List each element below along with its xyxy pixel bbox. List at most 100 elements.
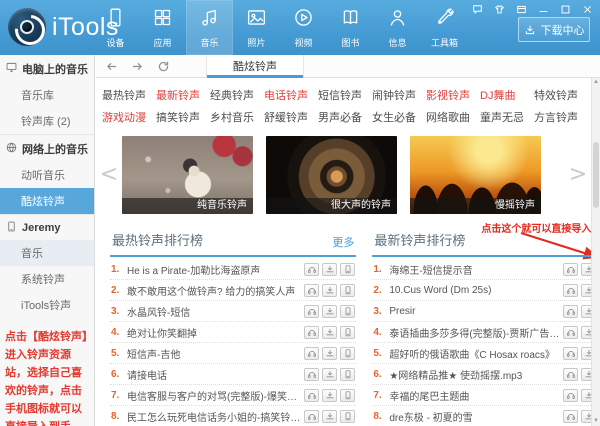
close-icon[interactable] [581, 4, 594, 15]
ringtone-title[interactable]: 绝对让你笑翻掉 [127, 325, 304, 340]
ringtone-title[interactable]: 超好听的俄语歌曲《C Hosax roacs》 [389, 346, 563, 361]
nav-item-3[interactable]: 音乐 [186, 0, 233, 55]
category-link[interactable]: 乡村音乐 [210, 106, 264, 128]
download-center-button[interactable]: 下载中心 [518, 17, 590, 42]
download-button[interactable] [322, 409, 338, 423]
listen-button[interactable] [563, 304, 579, 318]
category-link[interactable]: 游戏动漫 [102, 106, 156, 128]
ringtone-title[interactable]: 10.Cus Word (Dm 25s) [389, 285, 563, 296]
scroll-up-icon[interactable]: ▲ [592, 78, 600, 87]
sidebar-group-header[interactable]: Jeremy [0, 215, 94, 240]
category-link[interactable]: 影视铃声 [426, 84, 480, 106]
import-to-phone-button[interactable] [340, 409, 356, 423]
ringtone-title[interactable]: 幸福的尾巴主题曲 [389, 388, 563, 403]
banner-3[interactable]: 慢摇铃声 [410, 136, 541, 214]
ringtone-title[interactable]: 短信声-吉他 [127, 346, 304, 361]
import-to-phone-button[interactable] [340, 325, 356, 339]
category-link[interactable]: 闹钟铃声 [372, 84, 426, 106]
download-button[interactable] [322, 367, 338, 381]
feedback-icon[interactable] [471, 4, 484, 15]
category-link[interactable]: 最新铃声 [156, 84, 210, 106]
import-to-phone-button[interactable] [340, 346, 356, 360]
nav-item-5[interactable]: 视频 [280, 0, 327, 55]
ringtone-title[interactable]: ★网络精品推★ 使劲摇摆.mp3 [389, 367, 563, 382]
listen-button[interactable] [304, 325, 320, 339]
ringtone-title[interactable]: 请接电话 [127, 367, 304, 382]
ringtone-title[interactable]: 海绵王-短信提示音 [389, 262, 563, 277]
sidebar-item[interactable]: 铃声库 (2) [0, 108, 94, 134]
maximize-icon[interactable] [559, 4, 572, 15]
download-button[interactable] [322, 304, 338, 318]
ringtone-title[interactable]: 水晶风铃-短信 [127, 304, 304, 319]
download-button[interactable] [581, 388, 591, 402]
ringtone-title[interactable]: 民工怎么玩死电信话务小姐的-搞笑铃… [127, 409, 304, 424]
ringtone-title[interactable]: He is a Pirate-加勒比海盗原声 [127, 262, 304, 277]
download-button[interactable] [322, 388, 338, 402]
download-button[interactable] [581, 346, 591, 360]
download-button[interactable] [581, 325, 591, 339]
download-button[interactable] [322, 346, 338, 360]
ringtone-title[interactable]: dre东极 - 初夏的雪 [389, 409, 563, 424]
download-button[interactable] [322, 262, 338, 276]
sidebar-item[interactable]: 音乐库 [0, 82, 94, 108]
sidebar-item[interactable]: 酷炫铃声 [0, 188, 94, 214]
listen-button[interactable] [304, 367, 320, 381]
ringtone-title[interactable]: 电信客服与客户的对骂(完整版)-爆笑… [127, 388, 304, 403]
download-button[interactable] [581, 262, 591, 276]
listen-button[interactable] [563, 262, 579, 276]
main-menu-icon[interactable] [515, 4, 528, 15]
category-link[interactable]: DJ舞曲 [480, 84, 534, 106]
carousel-prev-icon[interactable]: < [96, 136, 122, 214]
download-button[interactable] [322, 283, 338, 297]
listen-button[interactable] [563, 409, 579, 423]
listen-button[interactable] [563, 283, 579, 297]
refresh-button[interactable] [152, 55, 174, 77]
nav-item-6[interactable]: 图书 [327, 0, 374, 55]
category-link[interactable]: 网络歌曲 [426, 106, 480, 128]
listen-button[interactable] [563, 325, 579, 339]
listen-button[interactable] [304, 409, 320, 423]
download-button[interactable] [581, 283, 591, 297]
nav-item-2[interactable]: 应用 [139, 0, 186, 55]
sidebar-item[interactable]: 系统铃声 [0, 266, 94, 292]
sidebar-item[interactable]: iTools铃声 [0, 292, 94, 318]
nav-item-4[interactable]: 照片 [233, 0, 280, 55]
forward-button[interactable] [126, 55, 148, 77]
listen-button[interactable] [304, 262, 320, 276]
category-link[interactable]: 短信铃声 [318, 84, 372, 106]
sidebar-item[interactable]: 动听音乐 [0, 162, 94, 188]
scrollbar-thumb[interactable] [593, 142, 599, 208]
nav-item-7[interactable]: 信息 [374, 0, 421, 55]
carousel-next-icon[interactable]: > [565, 136, 591, 214]
nav-item-1[interactable]: 设备 [92, 0, 139, 55]
download-button[interactable] [581, 304, 591, 318]
nav-item-8[interactable]: 工具箱 [421, 0, 468, 55]
category-link[interactable]: 经典铃声 [210, 84, 264, 106]
category-link[interactable]: 女生必备 [372, 106, 426, 128]
ringtone-title[interactable]: 敢不敢用这个做铃声? 给力的搞笑人声 [127, 283, 304, 298]
category-link[interactable]: 特效铃声 [534, 84, 588, 106]
listen-button[interactable] [304, 283, 320, 297]
banner-1[interactable]: 纯音乐铃声 [122, 136, 253, 214]
sidebar-item[interactable]: 音乐 [0, 240, 94, 266]
category-link[interactable]: 方言铃声 [534, 106, 588, 128]
category-link[interactable]: 电话铃声 [264, 84, 318, 106]
vertical-scrollbar[interactable]: ▲ ▼ [591, 78, 600, 426]
listen-button[interactable] [563, 367, 579, 381]
listen-button[interactable] [563, 388, 579, 402]
ringtone-title[interactable]: Presir [389, 306, 563, 317]
download-button[interactable] [322, 325, 338, 339]
download-button[interactable] [581, 409, 591, 423]
category-link[interactable]: 最热铃声 [102, 84, 156, 106]
import-to-phone-button[interactable] [340, 262, 356, 276]
listen-button[interactable] [304, 346, 320, 360]
category-link[interactable]: 童声无忌 [480, 106, 534, 128]
import-to-phone-button[interactable] [340, 388, 356, 402]
category-link[interactable]: 男声必备 [318, 106, 372, 128]
import-to-phone-button[interactable] [340, 283, 356, 297]
skin-icon[interactable] [493, 4, 506, 15]
import-to-phone-button[interactable] [340, 304, 356, 318]
tab-cool-ringtones[interactable]: 酷炫铃声 [206, 54, 304, 78]
listen-button[interactable] [304, 304, 320, 318]
minimize-icon[interactable] [537, 4, 550, 15]
